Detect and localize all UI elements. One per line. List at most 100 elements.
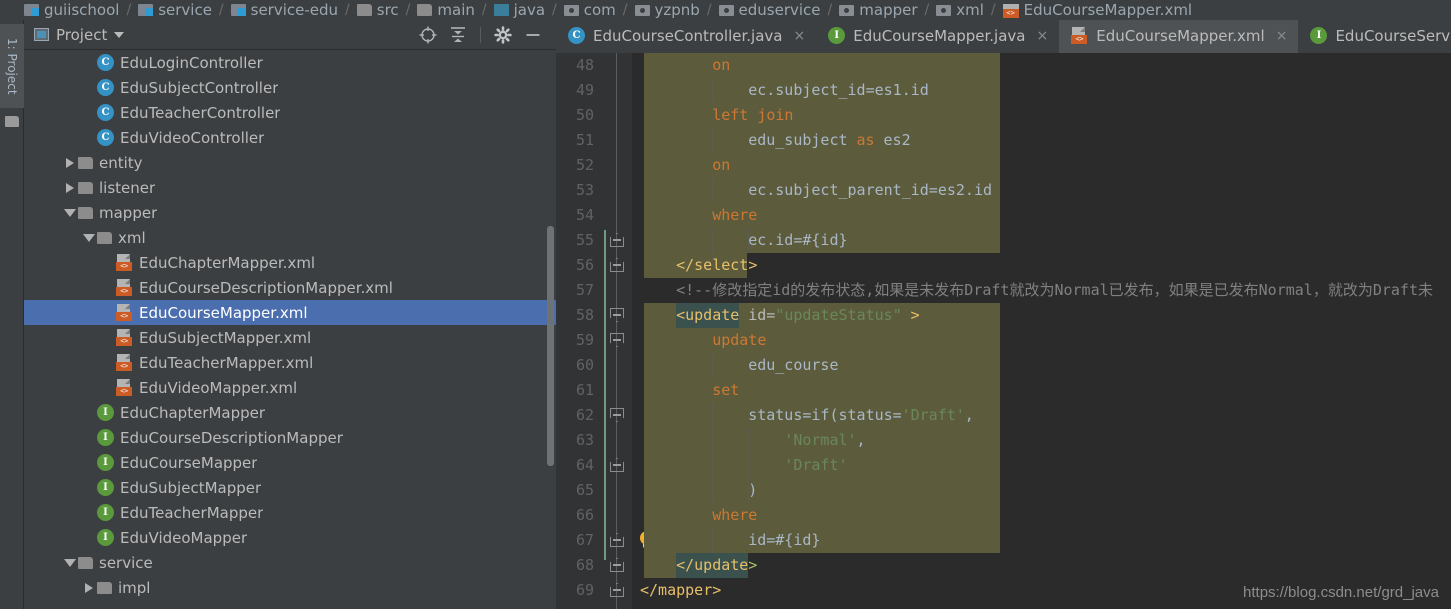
tree-row[interactable]: <> EduSubjectMapper.xml — [24, 325, 556, 350]
fold-region-start-icon[interactable] — [610, 308, 624, 322]
fold-region-end-icon[interactable] — [610, 233, 624, 247]
fold-region-end-icon[interactable] — [610, 533, 624, 547]
fold-region-end-icon[interactable] — [610, 583, 624, 597]
tree-row[interactable]: <> EduVideoMapper.xml — [24, 375, 556, 400]
folder-icon — [97, 231, 112, 244]
tree-row[interactable]: service — [24, 550, 556, 575]
code-content[interactable]: on ec.subject_id=es1.id left join edu_subje… — [632, 53, 1451, 609]
breadcrumb-item-service[interactable]: service — [138, 1, 212, 19]
code-line[interactable]: <!--修改指定id的发布状态,如果是未发布Draft就改为Normal已发布，… — [632, 278, 1451, 303]
interface-icon: I — [97, 504, 114, 521]
breadcrumb-item-com[interactable]: com — [563, 1, 616, 19]
tree-twisty-empty — [81, 75, 97, 100]
code-line[interactable]: edu_subject as es2 — [632, 128, 1451, 153]
fold-region-start-icon[interactable] — [610, 408, 624, 422]
close-icon[interactable]: × — [1036, 28, 1048, 44]
code-line[interactable]: ec.subject_parent_id=es2.id — [632, 178, 1451, 203]
code-line[interactable]: 'Normal', — [632, 428, 1451, 453]
fold-region-end-icon[interactable] — [610, 258, 624, 272]
tree-row[interactable]: I EduCourseDescriptionMapper — [24, 425, 556, 450]
code-line[interactable]: edu_course — [632, 353, 1451, 378]
tree-row[interactable]: I EduVideoMapper — [24, 525, 556, 550]
breadcrumb-item-service-edu[interactable]: service-edu — [230, 1, 338, 19]
close-icon[interactable]: × — [793, 28, 805, 44]
folder-icon — [78, 556, 93, 569]
code-line[interactable]: where — [632, 503, 1451, 528]
code-line[interactable]: 'Draft' — [632, 453, 1451, 478]
breadcrumb-item-xml[interactable]: xml — [936, 1, 984, 19]
breadcrumb-item-guiischool[interactable]: guiischool — [24, 1, 119, 19]
code-line[interactable]: on — [632, 53, 1451, 78]
breadcrumb-item-educoursemapper-xml[interactable]: EduCourseMapper.xml — [1002, 1, 1192, 19]
tree-row[interactable]: I EduChapterMapper — [24, 400, 556, 425]
code-line[interactable]: update — [632, 328, 1451, 353]
chevron-down-icon[interactable] — [62, 200, 78, 225]
code-line[interactable]: </select> — [632, 253, 1451, 278]
fold-region-start-icon[interactable] — [610, 333, 624, 347]
code-line[interactable]: </mapper> — [632, 578, 1451, 603]
code-folding-gutter[interactable] — [602, 53, 632, 609]
locate-target-icon[interactable] — [415, 23, 441, 47]
tree-item-label: EduChapterMapper.xml — [139, 253, 316, 272]
fold-region-end-icon[interactable] — [610, 458, 624, 472]
chevron-right-icon[interactable] — [81, 575, 97, 600]
tree-row[interactable]: xml — [24, 225, 556, 250]
fold-marker-dash — [613, 264, 621, 266]
fold-region-end-icon[interactable] — [610, 558, 624, 572]
tree-row[interactable]: listener — [24, 175, 556, 200]
breadcrumb-item-src[interactable]: src — [356, 1, 399, 19]
breadcrumb-item-yzpnb[interactable]: yzpnb — [634, 1, 700, 19]
breadcrumb-label: eduservice — [738, 1, 821, 19]
code-line[interactable]: <update id= "updateStatus" > — [632, 303, 1451, 328]
tree-row[interactable]: impl — [24, 575, 556, 600]
chevron-down-icon[interactable] — [81, 225, 97, 250]
tree-row[interactable]: C EduLoginController — [24, 50, 556, 75]
tree-row[interactable]: I EduTeacherMapper — [24, 500, 556, 525]
editor-tab-educoursemapper-xml[interactable]: <> EduCourseMapper.xml × — [1059, 20, 1299, 53]
code-line[interactable]: ) — [632, 478, 1451, 503]
code-line[interactable]: </update > — [632, 553, 1451, 578]
close-icon[interactable]: × — [1276, 28, 1288, 44]
tree-row[interactable]: <> EduTeacherMapper.xml — [24, 350, 556, 375]
collapse-all-icon[interactable] — [445, 23, 471, 47]
tree-row[interactable]: <> EduCourseMapper.xml — [24, 300, 556, 325]
tree-row[interactable]: C EduVideoController — [24, 125, 556, 150]
code-line[interactable]: set — [632, 378, 1451, 403]
tree-row[interactable]: entity — [24, 150, 556, 175]
code-line[interactable]: left join — [632, 103, 1451, 128]
project-view-selector[interactable]: Project — [30, 24, 128, 46]
code-line[interactable]: on — [632, 153, 1451, 178]
tree-row[interactable]: <> EduCourseDescriptionMapper.xml — [24, 275, 556, 300]
code-line[interactable]: ec.subject_id=es1.id — [632, 78, 1451, 103]
project-tree-scrollbar[interactable] — [547, 226, 554, 466]
tree-row[interactable]: I EduCourseMapper — [24, 450, 556, 475]
chevron-right-icon[interactable] — [62, 150, 78, 175]
project-file-tree[interactable]: C EduLoginController C EduSubjectController… — [24, 50, 556, 609]
editor-tab-educoursecontroller-java[interactable]: C EduCourseController.java × — [556, 20, 816, 53]
chevron-right-icon[interactable] — [62, 175, 78, 200]
tree-row[interactable]: C EduSubjectController — [24, 75, 556, 100]
code-line[interactable]: status=if(status= 'Draft', — [632, 403, 1451, 428]
chevron-down-icon[interactable] — [62, 550, 78, 575]
tree-row[interactable]: <> EduChapterMapper.xml — [24, 250, 556, 275]
hide-minimize-icon[interactable] — [520, 23, 546, 47]
settings-gear-icon[interactable] — [490, 23, 516, 47]
tree-row[interactable]: mapper — [24, 200, 556, 225]
breadcrumb-item-mapper[interactable]: mapper — [839, 1, 918, 19]
breadcrumb-item-eduservice[interactable]: eduservice — [718, 1, 821, 19]
editor-tab-educourseservice-java[interactable]: I EduCourseService.java — [1298, 20, 1451, 53]
tree-twisty-empty — [100, 325, 116, 350]
tree-item-label: EduCourseDescriptionMapper.xml — [139, 278, 393, 297]
tree-row[interactable]: C EduTeacherController — [24, 100, 556, 125]
code-line[interactable]: where — [632, 203, 1451, 228]
editor-tab-educoursemapper-java[interactable]: I EduCourseMapper.java × — [816, 20, 1059, 53]
code-line[interactable]: id=#{id} — [632, 528, 1451, 553]
breadcrumb-item-main[interactable]: main — [417, 1, 475, 19]
code-line[interactable]: ec.id=#{id} — [632, 228, 1451, 253]
breadcrumb-item-java[interactable]: java — [493, 1, 545, 19]
class-icon: C — [97, 79, 114, 96]
tool-window-button-project[interactable]: 1: Project — [0, 24, 24, 108]
tree-row[interactable]: I EduSubjectMapper — [24, 475, 556, 500]
chevron-down-icon — [114, 31, 125, 38]
